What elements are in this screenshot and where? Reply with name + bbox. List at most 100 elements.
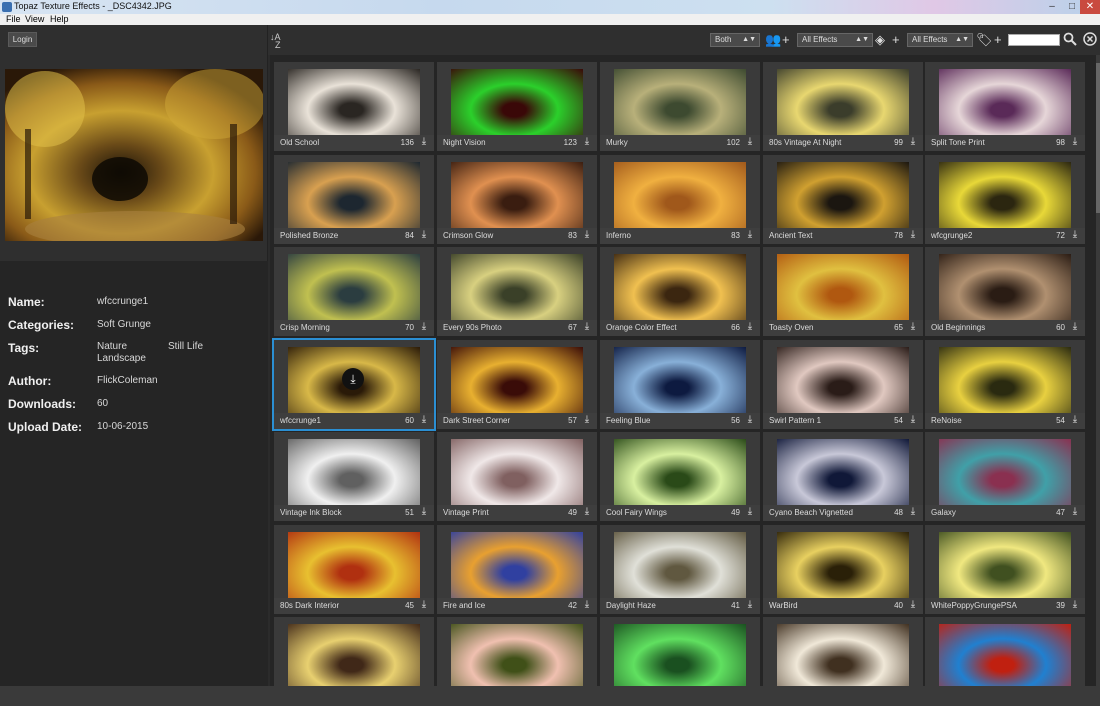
- effect-thumbnail[interactable]: [614, 69, 746, 135]
- effect-thumbnail[interactable]: [939, 439, 1071, 505]
- login-button[interactable]: Login: [8, 32, 37, 47]
- effect-thumbnail[interactable]: [288, 624, 420, 686]
- download-icon[interactable]: ⤓: [907, 229, 919, 241]
- download-icon[interactable]: ⤓: [744, 599, 756, 611]
- download-icon[interactable]: ⤓: [744, 414, 756, 426]
- effect-thumbnail[interactable]: [777, 162, 909, 228]
- filter-both-dropdown[interactable]: Both ▲▼: [710, 33, 760, 47]
- sort-az-icon[interactable]: ↓A Z: [270, 33, 284, 50]
- effect-tile[interactable]: Cyano Beach Vignetted 48 ⤓: [763, 432, 923, 521]
- effect-tile[interactable]: Fire and Ice 42 ⤓: [437, 525, 597, 614]
- effect-tile[interactable]: Polished Bronze 84 ⤓: [274, 155, 434, 244]
- download-icon[interactable]: ⤓: [581, 599, 593, 611]
- download-icon[interactable]: ⤓: [581, 229, 593, 241]
- download-icon[interactable]: ⤓: [1069, 136, 1081, 148]
- effect-thumbnail[interactable]: [777, 69, 909, 135]
- effect-thumbnail[interactable]: [451, 347, 583, 413]
- effect-thumbnail[interactable]: [939, 347, 1071, 413]
- download-icon[interactable]: ⤓: [581, 506, 593, 518]
- tag-item[interactable]: Nature: [97, 341, 127, 352]
- minimize-button[interactable]: –: [1042, 0, 1062, 14]
- effect-tile[interactable]: Old School 136 ⤓: [274, 62, 434, 151]
- effect-tile[interactable]: Ancient Text 78 ⤓: [763, 155, 923, 244]
- effect-tile[interactable]: WarBird 40 ⤓: [763, 525, 923, 614]
- download-icon[interactable]: ⤓: [907, 321, 919, 333]
- download-icon[interactable]: ⤓: [581, 321, 593, 333]
- effect-thumbnail[interactable]: [288, 532, 420, 598]
- effect-tile[interactable]: ReNoise 54 ⤓: [925, 340, 1085, 429]
- layers-icon[interactable]: ◈: [875, 32, 885, 48]
- effect-tile[interactable]: [925, 617, 1085, 686]
- download-icon[interactable]: ⤓: [1069, 506, 1081, 518]
- download-icon[interactable]: ⤓: [1069, 599, 1081, 611]
- add-icon[interactable]: +: [782, 32, 790, 48]
- menu-help[interactable]: Help: [50, 14, 69, 24]
- tag-icon[interactable]: 🏷: [976, 32, 993, 48]
- effect-thumbnail[interactable]: [614, 532, 746, 598]
- effect-thumbnail[interactable]: [777, 439, 909, 505]
- close-button[interactable]: ✕: [1080, 0, 1100, 14]
- effect-thumbnail[interactable]: [777, 347, 909, 413]
- people-icon[interactable]: 👥: [765, 32, 781, 48]
- effect-thumbnail[interactable]: [777, 624, 909, 686]
- effect-tile[interactable]: Every 90s Photo 67 ⤓: [437, 247, 597, 336]
- effect-thumbnail[interactable]: [614, 624, 746, 686]
- download-icon[interactable]: ⤓: [418, 136, 430, 148]
- download-icon[interactable]: ⤓: [418, 599, 430, 611]
- effect-thumbnail[interactable]: [288, 439, 420, 505]
- effect-tile[interactable]: Dark Street Corner 57 ⤓: [437, 340, 597, 429]
- effect-tile[interactable]: wfcgrunge2 72 ⤓: [925, 155, 1085, 244]
- download-icon[interactable]: ⤓: [907, 506, 919, 518]
- search-icon[interactable]: [1063, 32, 1077, 48]
- effect-tile[interactable]: [274, 617, 434, 686]
- effect-thumbnail[interactable]: [777, 532, 909, 598]
- effect-thumbnail[interactable]: [288, 254, 420, 320]
- download-icon[interactable]: ⤓: [418, 414, 430, 426]
- download-icon[interactable]: ⤓: [744, 321, 756, 333]
- download-icon[interactable]: ⤓: [418, 229, 430, 241]
- download-icon[interactable]: ⤓: [744, 229, 756, 241]
- effect-tile[interactable]: Old Beginnings 60 ⤓: [925, 247, 1085, 336]
- effect-thumbnail[interactable]: [939, 69, 1071, 135]
- effect-thumbnail[interactable]: [939, 624, 1071, 686]
- effect-tile[interactable]: Inferno 83 ⤓: [600, 155, 760, 244]
- download-icon[interactable]: ⤓: [907, 414, 919, 426]
- effect-tile[interactable]: Galaxy 47 ⤓: [925, 432, 1085, 521]
- effects-filter-dropdown[interactable]: All Effects ▲▼: [797, 33, 873, 47]
- download-icon[interactable]: ⤓: [907, 136, 919, 148]
- download-icon[interactable]: ⤓: [907, 599, 919, 611]
- effect-tile[interactable]: Daylight Haze 41 ⤓: [600, 525, 760, 614]
- effect-tile[interactable]: Vintage Print 49 ⤓: [437, 432, 597, 521]
- effect-tile[interactable]: Feeling Blue 56 ⤓: [600, 340, 760, 429]
- effect-tile[interactable]: Crisp Morning 70 ⤓: [274, 247, 434, 336]
- effect-tile[interactable]: Crimson Glow 83 ⤓: [437, 155, 597, 244]
- effect-tile[interactable]: [763, 617, 923, 686]
- effect-tile[interactable]: [600, 617, 760, 686]
- effect-tile[interactable]: Cool Fairy Wings 49 ⤓: [600, 432, 760, 521]
- effects-category-dropdown[interactable]: All Effects ▲▼: [907, 33, 973, 47]
- effect-thumbnail[interactable]: [614, 439, 746, 505]
- download-icon[interactable]: ⤓: [581, 136, 593, 148]
- effect-tile[interactable]: Orange Color Effect 66 ⤓: [600, 247, 760, 336]
- download-icon[interactable]: ⤓: [744, 506, 756, 518]
- download-overlay-icon[interactable]: ⤓: [342, 368, 364, 390]
- effect-tile[interactable]: ⤓ wfccrunge1 60 ⤓: [272, 338, 436, 431]
- tag-item[interactable]: Landscape: [97, 353, 146, 364]
- effect-tile[interactable]: Swirl Pattern 1 54 ⤓: [763, 340, 923, 429]
- clear-search-icon[interactable]: [1083, 32, 1097, 48]
- add-icon[interactable]: +: [994, 32, 1002, 48]
- add-icon[interactable]: +: [892, 32, 900, 48]
- maximize-button[interactable]: □: [1062, 0, 1082, 14]
- download-icon[interactable]: ⤓: [744, 136, 756, 148]
- scrollbar-thumb[interactable]: [1096, 63, 1100, 213]
- effect-thumbnail[interactable]: [451, 532, 583, 598]
- download-icon[interactable]: ⤓: [1069, 321, 1081, 333]
- effect-thumbnail[interactable]: [451, 439, 583, 505]
- effect-thumbnail[interactable]: [288, 162, 420, 228]
- effect-thumbnail[interactable]: [451, 624, 583, 686]
- menu-file[interactable]: File: [6, 14, 21, 24]
- effect-tile[interactable]: Murky 102 ⤓: [600, 62, 760, 151]
- effect-tile[interactable]: Night Vision 123 ⤓: [437, 62, 597, 151]
- download-icon[interactable]: ⤓: [581, 414, 593, 426]
- menu-view[interactable]: View: [25, 14, 44, 24]
